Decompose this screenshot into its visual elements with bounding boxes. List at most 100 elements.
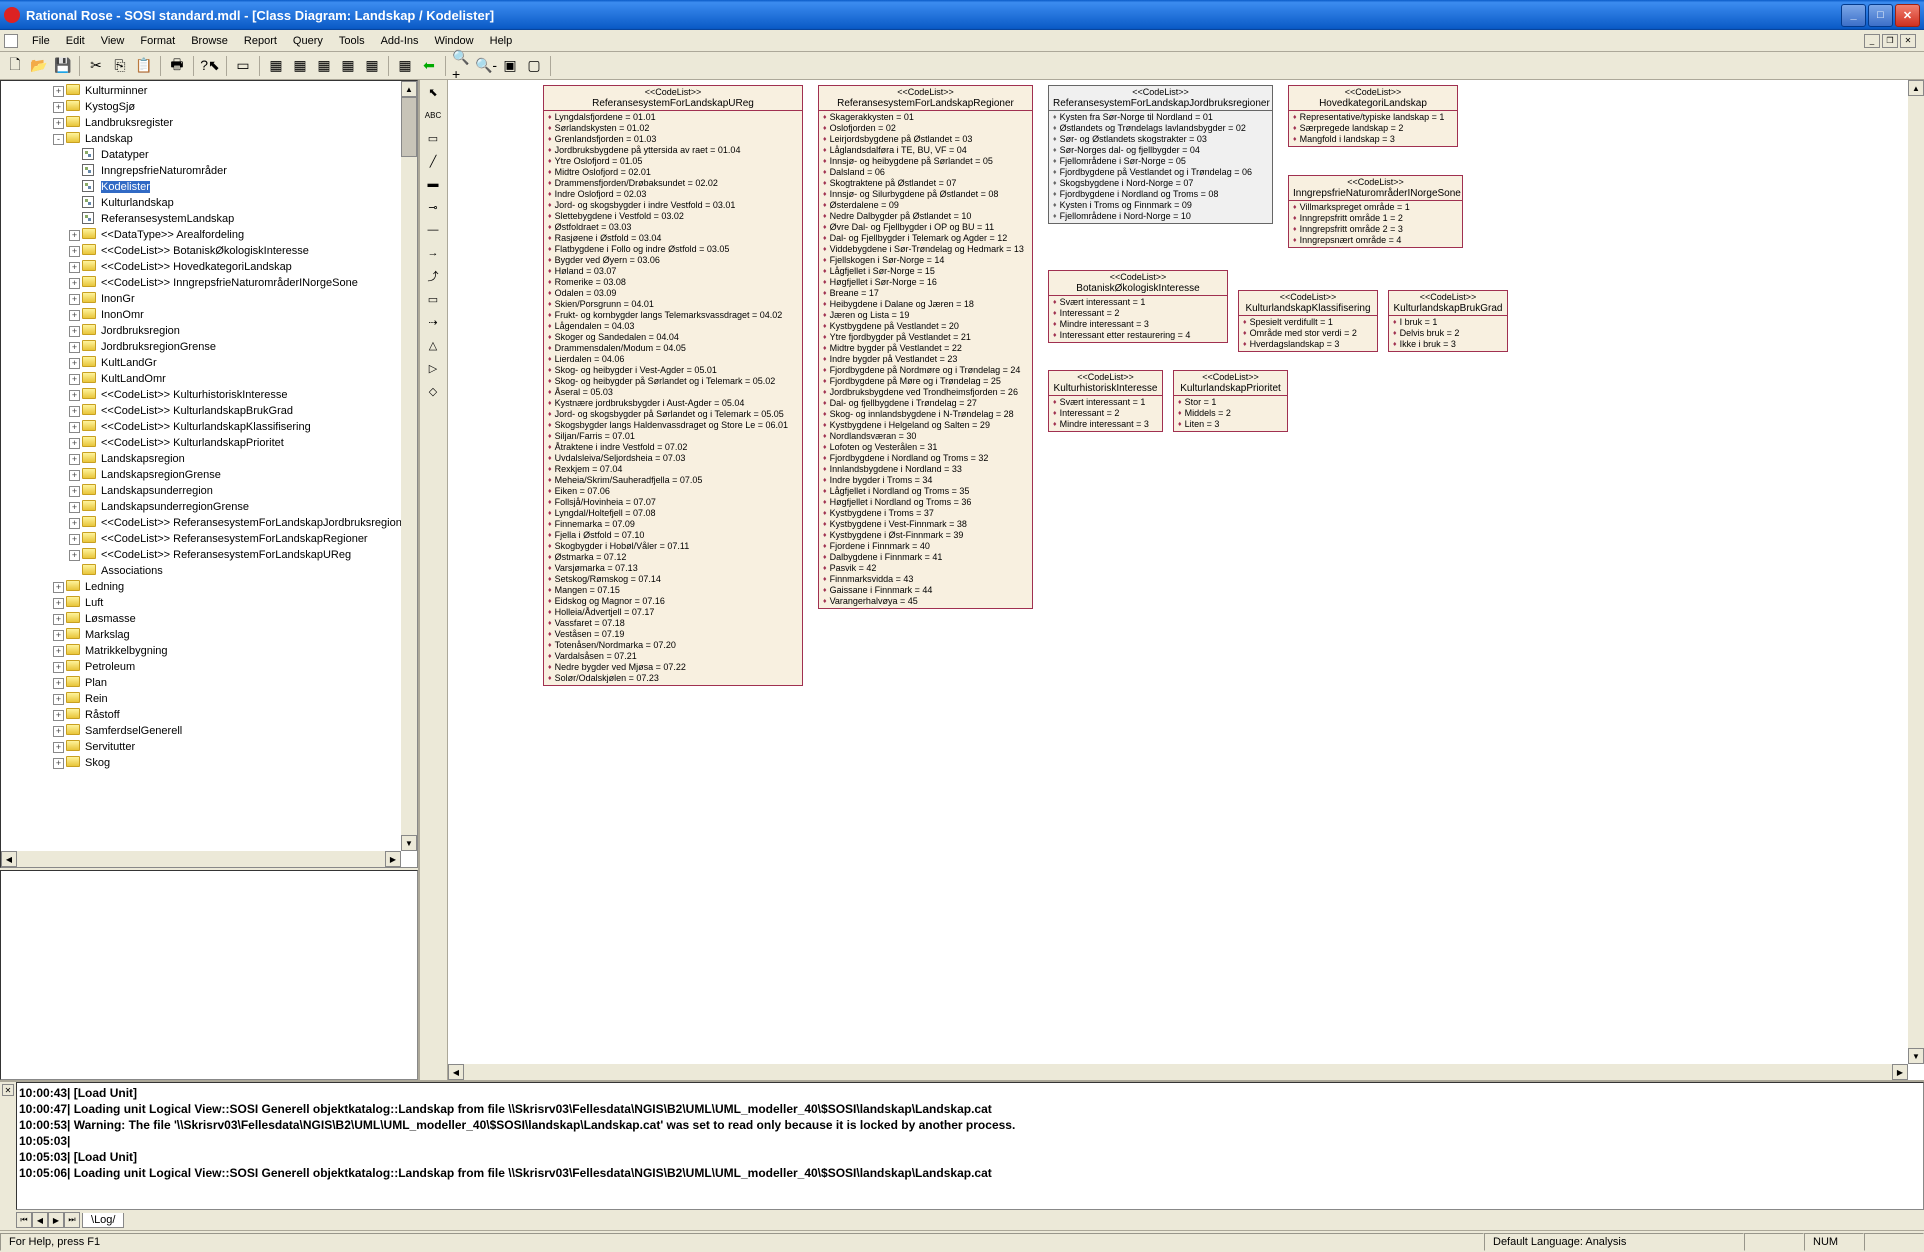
- fit-window-button[interactable]: ▣: [499, 55, 521, 77]
- cut-button[interactable]: ✂: [85, 55, 107, 77]
- tree-node[interactable]: +<<CodeList>> ReferansesystemForLandskap…: [3, 515, 415, 531]
- uml-class-HovedkategoriLandskap[interactable]: <<CodeList>>HovedkategoriLandskapReprese…: [1288, 85, 1458, 147]
- paste-button[interactable]: 📋: [133, 55, 155, 77]
- tree-node[interactable]: +<<CodeList>> KulturlandskapBrukGrad: [3, 403, 415, 419]
- generalization-tool[interactable]: △: [421, 334, 445, 356]
- tree-node[interactable]: +<<CodeList>> KulturlandskapPrioritet: [3, 435, 415, 451]
- tree-expander[interactable]: +: [53, 758, 64, 769]
- menu-file[interactable]: File: [24, 33, 58, 49]
- tree-scrollbar-v[interactable]: ▲ ▼: [401, 81, 417, 851]
- tree-expander[interactable]: +: [69, 534, 80, 545]
- log-nav-first[interactable]: ⏮: [16, 1212, 32, 1228]
- log-nav-last[interactable]: ⏭: [64, 1212, 80, 1228]
- tree-expander[interactable]: +: [69, 358, 80, 369]
- browse-deployment-button[interactable]: ▦: [361, 55, 383, 77]
- copy-button[interactable]: ⎘: [109, 55, 131, 77]
- browse-component-button[interactable]: ▦: [313, 55, 335, 77]
- tree-expander[interactable]: +: [69, 406, 80, 417]
- menu-help[interactable]: Help: [482, 33, 521, 49]
- browser-tree[interactable]: +Kulturminner+KystogSjø+Landbruksregiste…: [0, 80, 418, 868]
- open-button[interactable]: 📂: [28, 55, 50, 77]
- class-tool[interactable]: ▬: [421, 173, 445, 195]
- tree-node[interactable]: +Skog: [3, 755, 415, 771]
- menu-edit[interactable]: Edit: [58, 33, 93, 49]
- tree-node[interactable]: Kodelister: [3, 179, 415, 195]
- tree-node[interactable]: +LandskapsregionGrense: [3, 467, 415, 483]
- tree-expander[interactable]: +: [69, 230, 80, 241]
- tree-node[interactable]: +KultLandOmr: [3, 371, 415, 387]
- tree-node[interactable]: InngrepsfrieNaturområder: [3, 163, 415, 179]
- tree-expander[interactable]: +: [53, 678, 64, 689]
- tree-node[interactable]: +KystogSjø: [3, 99, 415, 115]
- menu-browse[interactable]: Browse: [183, 33, 236, 49]
- undo-fit-button[interactable]: ▢: [523, 55, 545, 77]
- uml-class-ReferansesystemForLandskapRegioner[interactable]: <<CodeList>>ReferansesystemForLandskapRe…: [818, 85, 1033, 609]
- tree-expander[interactable]: +: [69, 262, 80, 273]
- tree-node[interactable]: +Landskapsunderregion: [3, 483, 415, 499]
- tree-node[interactable]: +InonGr: [3, 291, 415, 307]
- log-content[interactable]: 10:00:43| [Load Unit]10:00:47| Loading u…: [16, 1082, 1924, 1210]
- browse-statechart-button[interactable]: ▦: [337, 55, 359, 77]
- tree-expander[interactable]: +: [69, 454, 80, 465]
- tree-node[interactable]: +Landbruksregister: [3, 115, 415, 131]
- log-close-button[interactable]: ✕: [2, 1084, 14, 1096]
- anchor-tool[interactable]: ╱: [421, 150, 445, 172]
- tree-node[interactable]: +Råstoff: [3, 707, 415, 723]
- package-tool[interactable]: ▭: [421, 288, 445, 310]
- tree-node[interactable]: +SamferdselGenerell: [3, 723, 415, 739]
- tree-expander[interactable]: +: [53, 86, 64, 97]
- tree-node[interactable]: +Jordbruksregion: [3, 323, 415, 339]
- menu-format[interactable]: Format: [132, 33, 183, 49]
- tree-expander[interactable]: +: [53, 614, 64, 625]
- tree-expander[interactable]: +: [69, 438, 80, 449]
- menu-add-ins[interactable]: Add-Ins: [373, 33, 427, 49]
- mdi-close-button[interactable]: ✕: [1900, 34, 1916, 48]
- browse-previous-button[interactable]: ⬅: [418, 55, 440, 77]
- zoom-out-button[interactable]: 🔍-: [475, 55, 497, 77]
- tree-node[interactable]: +JordbruksregionGrense: [3, 339, 415, 355]
- selection-tool[interactable]: ⬉: [421, 81, 445, 103]
- new-button[interactable]: 🗋: [4, 55, 26, 77]
- menu-tools[interactable]: Tools: [331, 33, 373, 49]
- tree-expander[interactable]: +: [53, 694, 64, 705]
- log-nav-prev[interactable]: ◀: [32, 1212, 48, 1228]
- tree-node[interactable]: -Landskap: [3, 131, 415, 147]
- tree-node[interactable]: +Plan: [3, 675, 415, 691]
- tree-node[interactable]: +LandskapsunderregionGrense: [3, 499, 415, 515]
- tree-expander[interactable]: +: [69, 486, 80, 497]
- zoom-in-button[interactable]: 🔍+: [451, 55, 473, 77]
- tree-expander[interactable]: +: [53, 646, 64, 657]
- tree-node[interactable]: Datatyper: [3, 147, 415, 163]
- aggregation-tool[interactable]: ◇: [421, 380, 445, 402]
- uml-class-ReferansesystemForLandskapJordbruksregioner[interactable]: <<CodeList>>ReferansesystemForLandskapJo…: [1048, 85, 1273, 224]
- save-button[interactable]: 💾: [52, 55, 74, 77]
- tree-expander[interactable]: +: [53, 582, 64, 593]
- print-button[interactable]: 🖶: [166, 55, 188, 77]
- dependency-tool[interactable]: ⇢: [421, 311, 445, 333]
- close-button[interactable]: ✕: [1895, 4, 1920, 27]
- note-tool[interactable]: ▭: [421, 127, 445, 149]
- menu-window[interactable]: Window: [427, 33, 482, 49]
- tree-node[interactable]: +<<CodeList>> KulturlandskapKlassifiseri…: [3, 419, 415, 435]
- documentation-panel[interactable]: [0, 870, 418, 1080]
- tree-node[interactable]: +<<CodeList>> InngrepsfrieNaturområderIN…: [3, 275, 415, 291]
- tree-expander[interactable]: +: [69, 470, 80, 481]
- tree-node[interactable]: ReferansesystemLandskap: [3, 211, 415, 227]
- unidir-tool[interactable]: →: [421, 242, 445, 264]
- tree-node[interactable]: +<<CodeList>> ReferansesystemForLandskap…: [3, 547, 415, 563]
- tree-expander[interactable]: +: [53, 630, 64, 641]
- tree-expander[interactable]: +: [69, 502, 80, 513]
- interface-tool[interactable]: ⊸: [421, 196, 445, 218]
- tree-expander[interactable]: +: [53, 742, 64, 753]
- uml-class-ReferansesystemForLandskapUReg[interactable]: <<CodeList>>ReferansesystemForLandskapUR…: [543, 85, 803, 686]
- tree-node[interactable]: +<<CodeList>> BotaniskØkologiskInteresse: [3, 243, 415, 259]
- tree-node[interactable]: +<<CodeList>> KulturhistoriskInteresse: [3, 387, 415, 403]
- menu-view[interactable]: View: [93, 33, 133, 49]
- tree-expander[interactable]: +: [69, 374, 80, 385]
- tree-node[interactable]: +Servitutter: [3, 739, 415, 755]
- diagram-scrollbar-v[interactable]: ▲ ▼: [1908, 80, 1924, 1064]
- tree-expander[interactable]: +: [69, 422, 80, 433]
- tree-expander[interactable]: +: [69, 294, 80, 305]
- tree-node[interactable]: +Luft: [3, 595, 415, 611]
- tree-node[interactable]: +Kulturminner: [3, 83, 415, 99]
